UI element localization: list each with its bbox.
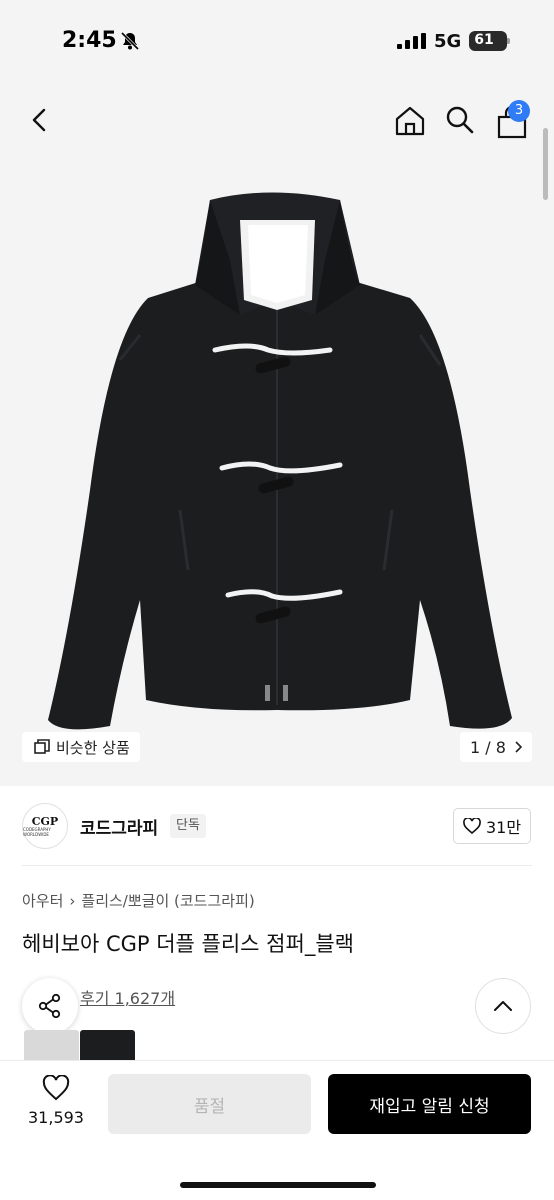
brand-logo-subtext: CODEGRAPHY WORLDWIDE bbox=[23, 826, 51, 837]
color-option-black[interactable] bbox=[80, 1030, 135, 1060]
scroll-to-top-button[interactable] bbox=[475, 978, 531, 1034]
brand-like-button[interactable]: 31만 bbox=[453, 808, 531, 844]
top-navigation bbox=[0, 90, 554, 160]
product-image bbox=[48, 192, 512, 730]
image-pager[interactable]: 1 / 8 bbox=[460, 732, 532, 762]
breadcrumb-separator-icon: › bbox=[69, 891, 76, 910]
product-image-gallery[interactable] bbox=[0, 160, 554, 786]
soldout-button: 품절 bbox=[108, 1074, 311, 1134]
review-link[interactable]: 후기 1,627개 bbox=[80, 985, 175, 1009]
copy-icon bbox=[34, 739, 50, 754]
cart-count-badge: 3 bbox=[508, 100, 530, 122]
product-title: 헤비보아 CGP 더플 플리스 점퍼_블랙 bbox=[22, 932, 354, 956]
search-icon[interactable] bbox=[444, 104, 476, 136]
battery-icon: 61 bbox=[469, 31, 510, 51]
pager-text: 1 / 8 bbox=[470, 737, 506, 757]
status-time: 2:45 bbox=[62, 28, 117, 53]
brand-logo-text: CGP bbox=[31, 814, 59, 828]
battery-level: 61 bbox=[474, 32, 494, 48]
brand-like-count: 31만 bbox=[485, 818, 522, 837]
bell-muted-icon bbox=[120, 31, 140, 51]
share-button[interactable] bbox=[22, 978, 78, 1034]
status-bar: 2:45 5G 61 bbox=[0, 0, 554, 90]
network-label: 5G bbox=[434, 31, 462, 52]
breadcrumb-item-category[interactable]: 아우터 bbox=[22, 890, 63, 911]
back-icon[interactable] bbox=[24, 104, 56, 136]
home-icon[interactable] bbox=[393, 104, 427, 138]
wishlist-count: 31,593 bbox=[28, 1108, 84, 1127]
exclusive-badge: 단독 bbox=[170, 814, 206, 838]
brand-logo[interactable]: CGP CODEGRAPHY WORLDWIDE bbox=[22, 803, 68, 849]
brand-name-link[interactable]: 코드그라피 bbox=[80, 814, 158, 839]
breadcrumb-item-subcategory[interactable]: 플리스/뽀글이 (코드그라피) bbox=[81, 890, 254, 911]
color-option-gray[interactable] bbox=[24, 1030, 79, 1060]
similar-products-label: 비슷한 상품 bbox=[56, 738, 130, 757]
scrollbar[interactable] bbox=[543, 128, 548, 200]
wishlist-heart-icon[interactable] bbox=[42, 1075, 70, 1101]
heart-icon bbox=[463, 818, 481, 834]
restock-alert-button[interactable]: 재입고 알림 신청 bbox=[328, 1074, 531, 1134]
chevron-right-icon bbox=[515, 741, 522, 753]
signal-icon bbox=[397, 33, 426, 49]
home-indicator bbox=[180, 1182, 376, 1188]
chevron-up-icon bbox=[494, 1001, 512, 1011]
share-icon bbox=[38, 993, 61, 1019]
divider bbox=[22, 865, 532, 866]
breadcrumb: 아우터 › 플리스/뽀글이 (코드그라피) bbox=[22, 890, 255, 911]
battery-cap bbox=[507, 38, 510, 44]
similar-products-button[interactable]: 비슷한 상품 bbox=[22, 732, 140, 762]
